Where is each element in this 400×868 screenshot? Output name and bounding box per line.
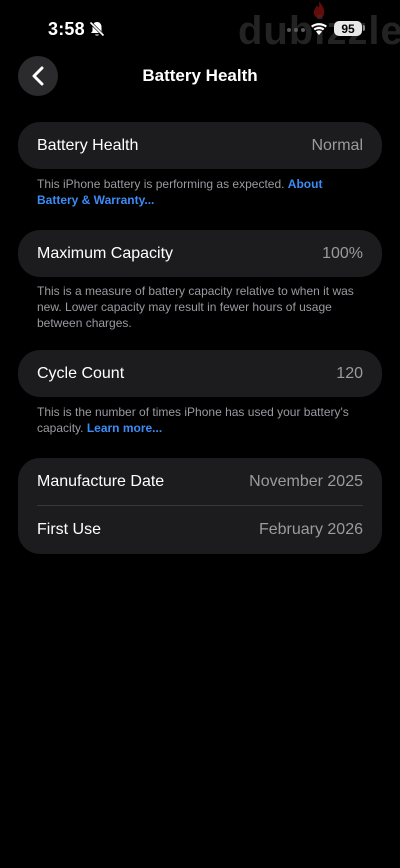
battery-indicator: 95 [334,21,362,36]
cycle-count-footnote-text: This is the number of times iPhone has u… [37,405,349,435]
cycle-count-card: Cycle Count 120 [18,350,382,397]
manufacture-date-value: November 2025 [249,473,363,490]
battery-health-card: Battery Health Normal [18,122,382,169]
flame-logo-icon [313,1,325,18]
more-dots-icon [287,28,305,32]
battery-health-value: Normal [311,136,363,154]
status-bar: dubizzle 3:58 95 [0,0,400,58]
first-use-value: February 2026 [258,521,363,538]
maximum-capacity-footnote: This is a measure of battery capacity re… [37,284,354,330]
maximum-capacity-value: 100% [322,244,363,262]
battery-health-label: Battery Health [37,136,139,154]
status-time: 3:58 [48,19,85,39]
cycle-count-label: Cycle Count [37,364,125,382]
battery-health-screen: dubizzle 3:58 95 Battery Health Battery … [0,0,400,868]
wifi-icon [311,23,327,35]
manufacture-date-label: Manufacture Date [37,473,165,490]
maximum-capacity-row: Maximum Capacity 100% [18,230,382,277]
first-use-label: First Use [37,521,101,538]
battery-health-footnote-text: This iPhone battery is performing as exp… [37,177,288,191]
learn-more-link[interactable]: Learn more... [87,421,162,435]
cycle-count-value: 120 [336,364,363,382]
page-title: Battery Health [142,66,258,85]
cycle-count-row: Cycle Count 120 [18,350,382,397]
maximum-capacity-label: Maximum Capacity [37,244,174,262]
cycle-count-footnote: This is the number of times iPhone has u… [37,404,357,436]
bell-mute-icon [89,21,105,37]
maximum-capacity-card: Maximum Capacity 100% [18,230,382,277]
first-use-row: First Use February 2026 [18,506,382,554]
battery-health-footnote: This iPhone battery is performing as exp… [37,176,357,208]
dates-card: Manufacture Date November 2025 First Use… [18,458,382,554]
manufacture-date-row: Manufacture Date November 2025 [18,458,382,506]
battery-health-row: Battery Health Normal [18,122,382,169]
